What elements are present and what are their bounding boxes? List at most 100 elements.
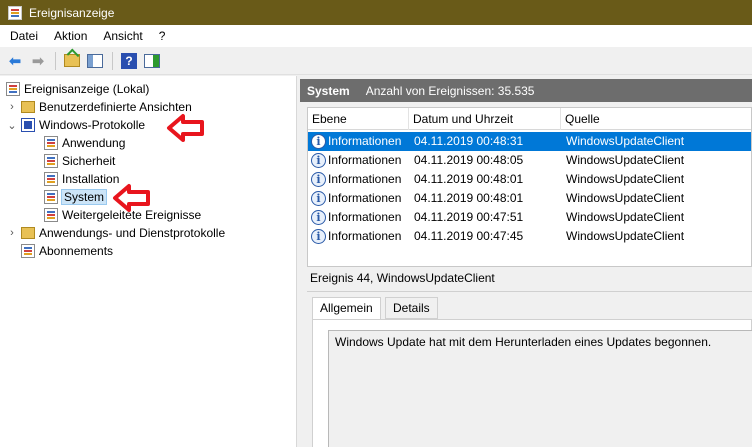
chevron-right-icon[interactable]: ›	[6, 101, 18, 113]
tree-item-label: Benutzerdefinierte Ansichten	[39, 100, 192, 114]
up-folder-button[interactable]	[61, 50, 83, 72]
cell-datetime: 04.11.2019 00:48:05	[414, 153, 524, 167]
column-header-source[interactable]: Quelle	[561, 108, 751, 130]
tree-item-custom-views[interactable]: › Benutzerdefinierte Ansichten	[6, 98, 192, 116]
table-row[interactable]: i Informationen 04.11.2019 00:48:31 Windows…	[308, 132, 751, 151]
info-icon: i	[311, 229, 326, 244]
tab-content: Windows Update hat mit dem Herunterladen…	[312, 319, 752, 447]
event-count: Anzahl von Ereignissen: 35.535	[365, 83, 535, 98]
tree-item-label: Abonnements	[39, 244, 114, 258]
arrow-right-icon: ➡	[31, 52, 45, 70]
show-hide-action-pane-button[interactable]	[141, 50, 163, 72]
info-icon: i	[311, 134, 326, 149]
cell-datetime: 04.11.2019 00:47:51	[414, 210, 524, 224]
console-tree: Ereignisanzeige (Lokal) › Benutzerdefini…	[0, 76, 297, 447]
tree-item-label: Installation	[62, 172, 120, 186]
cell-level: Informationen	[328, 210, 402, 224]
column-header-level[interactable]: Ebene	[308, 108, 409, 130]
cell-datetime: 04.11.2019 00:48:01	[414, 191, 524, 205]
log-icon	[44, 154, 58, 168]
menu-help[interactable]: ?	[151, 25, 174, 47]
tree-item-label: Windows-Protokolle	[39, 118, 146, 132]
table-row[interactable]: i Informationen 04.11.2019 00:48:01 Windows…	[308, 170, 751, 189]
info-icon: i	[311, 153, 326, 168]
table-row[interactable]: i Informationen 04.11.2019 00:48:05 Windows…	[308, 151, 751, 170]
log-icon	[44, 136, 58, 150]
cell-source: WindowsUpdateClient	[566, 153, 685, 167]
red-arrow-annotation-icon	[167, 114, 204, 142]
folder-icon	[21, 101, 35, 113]
tree-item-subscriptions[interactable]: Abonnements	[21, 242, 113, 260]
tree-item-sicherheit[interactable]: Sicherheit	[44, 152, 115, 170]
table-row[interactable]: i Informationen 04.11.2019 00:47:45 Windows…	[308, 227, 751, 246]
toolbar: ⬅ ➡ ?	[0, 47, 752, 75]
tree-item-installation[interactable]: Installation	[44, 170, 119, 188]
tree-item-anwendung[interactable]: Anwendung	[44, 134, 125, 152]
event-viewer-icon	[6, 82, 20, 96]
cell-level: Informationen	[328, 191, 402, 205]
console-tree-icon	[87, 53, 103, 68]
tab-allgemein[interactable]: Allgemein	[312, 297, 381, 320]
cell-source: WindowsUpdateClient	[566, 229, 685, 243]
cell-level: Informationen	[328, 153, 402, 167]
menu-ansicht[interactable]: Ansicht	[95, 25, 150, 47]
cell-datetime: 04.11.2019 00:47:45	[414, 229, 524, 243]
arrow-left-icon: ⬅	[8, 52, 22, 70]
cell-level: Informationen	[328, 172, 402, 186]
table-row[interactable]: i Informationen 04.11.2019 00:47:51 Windows…	[308, 208, 751, 227]
tree-item-system[interactable]: System	[44, 188, 108, 206]
toolbar-separator	[55, 51, 56, 70]
subscriptions-icon	[21, 244, 35, 258]
window-title: Ereignisanzeige	[29, 5, 115, 20]
folder-icon	[21, 227, 35, 239]
tree-item-root[interactable]: Ereignisanzeige (Lokal)	[6, 80, 149, 98]
cell-source: WindowsUpdateClient	[566, 134, 685, 148]
chevron-down-icon[interactable]: ⌄	[6, 119, 18, 132]
info-icon: i	[311, 210, 326, 225]
log-title: System	[307, 83, 350, 98]
table-row[interactable]: i Informationen 04.11.2019 00:48:01 Windows…	[308, 189, 751, 208]
cell-source: WindowsUpdateClient	[566, 172, 685, 186]
log-icon	[44, 190, 58, 204]
event-list-header: Ebene Datum und Uhrzeit Quelle	[308, 108, 751, 130]
cell-datetime: 04.11.2019 00:48:31	[414, 134, 524, 148]
forward-button[interactable]: ➡	[27, 50, 49, 72]
event-viewer-icon	[8, 5, 22, 20]
tree-item-label: Sicherheit	[62, 154, 116, 168]
help-icon: ?	[121, 52, 137, 69]
cell-level: Informationen	[328, 134, 402, 148]
title-bar: Ereignisanzeige	[0, 0, 752, 25]
log-icon	[44, 172, 58, 186]
tree-item-app-service-logs[interactable]: › Anwendungs- und Dienstprotokolle	[6, 224, 225, 242]
tree-item-label: Anwendungs- und Dienstprotokolle	[39, 226, 226, 240]
red-arrow-annotation-icon	[113, 184, 150, 212]
divider	[307, 291, 752, 292]
event-detail-title: Ereignis 44, WindowsUpdateClient	[310, 271, 495, 285]
menu-bar: Datei Aktion Ansicht ?	[0, 25, 752, 47]
info-icon: i	[311, 172, 326, 187]
menu-datei[interactable]: Datei	[0, 25, 46, 47]
tree-item-label: System	[60, 189, 108, 205]
log-icon	[44, 208, 58, 222]
cell-source: WindowsUpdateClient	[566, 191, 685, 205]
tab-details[interactable]: Details	[385, 297, 438, 319]
event-message: Windows Update hat mit dem Herunterladen…	[328, 330, 752, 447]
main-pane: System Anzahl von Ereignissen: 35.535 Eb…	[300, 76, 752, 447]
cell-source: WindowsUpdateClient	[566, 210, 685, 224]
show-hide-tree-button[interactable]	[84, 50, 106, 72]
tree-item-windows-logs[interactable]: ⌄ Windows-Protokolle	[6, 116, 145, 134]
event-detail-pane: Ereignis 44, WindowsUpdateClient Allgeme…	[307, 266, 752, 447]
info-icon: i	[311, 191, 326, 206]
tree-item-label: Ereignisanzeige (Lokal)	[24, 82, 150, 96]
back-button[interactable]: ⬅	[4, 50, 26, 72]
help-button[interactable]: ?	[118, 50, 140, 72]
cell-datetime: 04.11.2019 00:48:01	[414, 172, 524, 186]
folder-up-icon	[64, 54, 80, 67]
toolbar-separator	[112, 51, 113, 70]
menu-aktion[interactable]: Aktion	[46, 25, 95, 47]
tree-item-label: Anwendung	[62, 136, 126, 150]
chevron-right-icon[interactable]: ›	[6, 227, 18, 239]
column-header-datetime[interactable]: Datum und Uhrzeit	[409, 108, 561, 130]
log-header: System Anzahl von Ereignissen: 35.535	[300, 79, 752, 102]
event-list: Ebene Datum und Uhrzeit Quelle i Informat…	[307, 107, 752, 285]
